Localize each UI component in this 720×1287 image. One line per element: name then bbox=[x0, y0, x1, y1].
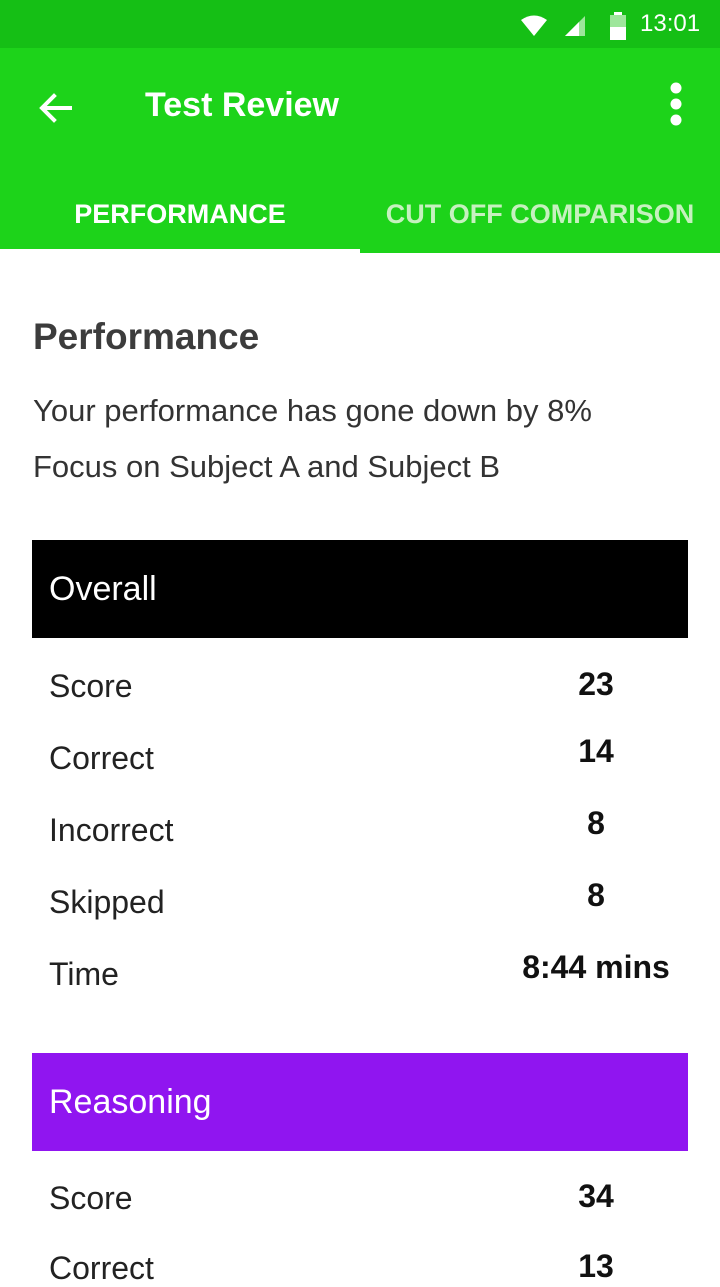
tab-performance[interactable]: PERFORMANCE bbox=[0, 176, 360, 253]
overall-score-label: Score bbox=[49, 668, 133, 704]
overall-incorrect-label: Incorrect bbox=[49, 812, 174, 848]
overall-correct-value: 14 bbox=[578, 733, 614, 769]
cell-signal-icon bbox=[565, 16, 585, 36]
overall-skipped-value: 8 bbox=[587, 877, 605, 913]
overall-correct-label: Correct bbox=[49, 740, 154, 776]
reasoning-score-label: Score bbox=[49, 1180, 133, 1216]
reasoning-score-value: 34 bbox=[578, 1178, 614, 1214]
tab-cut-off-comparison[interactable]: CUT OFF COMPARISON bbox=[360, 176, 720, 253]
active-tab-indicator bbox=[0, 249, 360, 253]
focus-subjects-text: Focus on Subject A and Subject B bbox=[33, 449, 501, 484]
battery-icon bbox=[610, 12, 626, 40]
reasoning-correct-value: 13 bbox=[578, 1248, 614, 1284]
overall-time-value: 8:44 mins bbox=[522, 949, 670, 985]
arrow-left-icon bbox=[39, 93, 72, 123]
back-button[interactable] bbox=[34, 86, 78, 130]
performance-change-text: Your performance has gone down by 8% bbox=[33, 393, 592, 428]
app-bar: Test Review PERFORMANCE CUT OFF COMPARIS… bbox=[0, 48, 720, 253]
reasoning-section-header: Reasoning bbox=[32, 1053, 688, 1151]
reasoning-section-title: Reasoning bbox=[49, 1082, 212, 1121]
overall-skipped-label: Skipped bbox=[49, 884, 165, 920]
status-bar: 13:01 bbox=[0, 0, 720, 48]
status-time: 13:01 bbox=[640, 10, 701, 37]
overall-section-header: Overall bbox=[32, 540, 688, 638]
overall-incorrect-value: 8 bbox=[587, 805, 605, 841]
overall-time-label: Time bbox=[49, 956, 119, 992]
performance-heading: Performance bbox=[33, 316, 260, 357]
overflow-menu-button[interactable] bbox=[660, 80, 692, 128]
overall-section-title: Overall bbox=[49, 569, 157, 608]
more-vertical-icon bbox=[670, 82, 682, 126]
reasoning-correct-label: Correct bbox=[49, 1250, 154, 1286]
wifi-icon bbox=[521, 15, 547, 36]
overall-score-value: 23 bbox=[578, 666, 614, 702]
page-title: Test Review bbox=[145, 86, 340, 124]
